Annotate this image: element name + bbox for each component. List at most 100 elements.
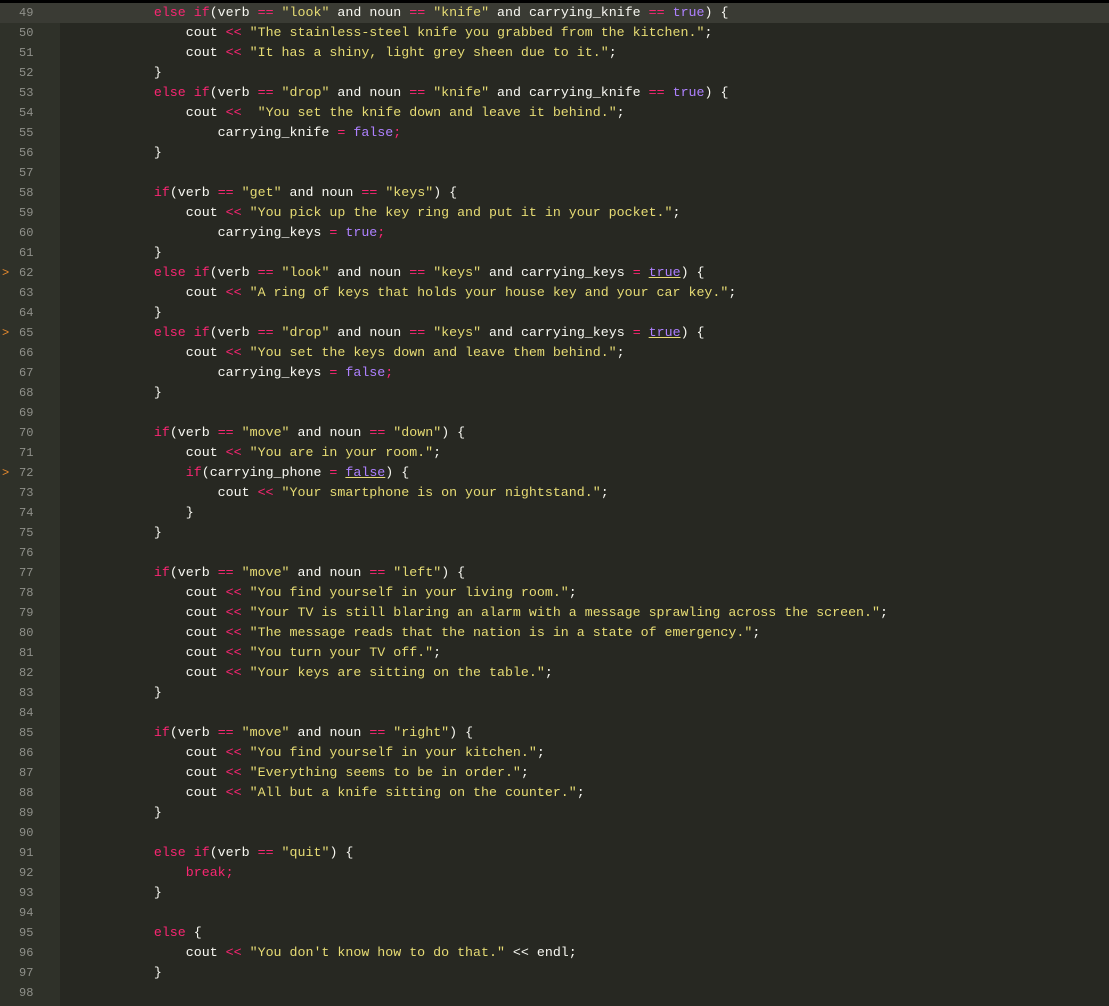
- line-code[interactable]: if(verb == "move" and noun == "down") {: [90, 423, 465, 443]
- gutter-cell[interactable]: 78: [0, 583, 60, 603]
- gutter-cell[interactable]: 95: [0, 923, 60, 943]
- line-code[interactable]: }: [90, 683, 162, 703]
- code-line[interactable]: 86 cout << "You find yourself in your ki…: [0, 743, 1109, 763]
- code-line[interactable]: 67 carrying_keys = false;: [0, 363, 1109, 383]
- code-line[interactable]: 81 cout << "You turn your TV off.";: [0, 643, 1109, 663]
- code-line[interactable]: 55 carrying_knife = false;: [0, 123, 1109, 143]
- line-code[interactable]: }: [90, 963, 162, 983]
- code-line[interactable]: >62 else if(verb == "look" and noun == "…: [0, 263, 1109, 283]
- gutter-cell[interactable]: 68: [0, 383, 60, 403]
- line-code[interactable]: cout << "You turn your TV off.";: [90, 643, 441, 663]
- code-line[interactable]: 88 cout << "All but a knife sitting on t…: [0, 783, 1109, 803]
- gutter-cell[interactable]: 53: [0, 83, 60, 103]
- line-code[interactable]: cout << "You set the knife down and leav…: [90, 103, 625, 123]
- gutter-cell[interactable]: 96: [0, 943, 60, 963]
- line-code[interactable]: }: [90, 143, 162, 163]
- line-code[interactable]: cout << "You are in your room.";: [90, 443, 441, 463]
- line-code[interactable]: else if(verb == "drop" and noun == "keys…: [90, 323, 705, 343]
- gutter-cell[interactable]: 82: [0, 663, 60, 683]
- code-line[interactable]: 68 }: [0, 383, 1109, 403]
- code-line[interactable]: 85 if(verb == "move" and noun == "right"…: [0, 723, 1109, 743]
- code-line[interactable]: 75 }: [0, 523, 1109, 543]
- line-code[interactable]: break;: [90, 863, 234, 883]
- line-code[interactable]: if(verb == "get" and noun == "keys") {: [90, 183, 457, 203]
- line-code[interactable]: cout << "A ring of keys that holds your …: [90, 283, 737, 303]
- line-code[interactable]: else {: [90, 923, 202, 943]
- code-line[interactable]: 70 if(verb == "move" and noun == "down")…: [0, 423, 1109, 443]
- line-code[interactable]: cout << "The stainless-steel knife you g…: [90, 23, 713, 43]
- line-code[interactable]: if(verb == "move" and noun == "left") {: [90, 563, 465, 583]
- code-line[interactable]: 80 cout << "The message reads that the n…: [0, 623, 1109, 643]
- gutter-cell[interactable]: 55: [0, 123, 60, 143]
- gutter-cell[interactable]: 49: [0, 3, 60, 23]
- line-code[interactable]: cout << "You don't know how to do that."…: [90, 943, 577, 963]
- code-line[interactable]: 83 }: [0, 683, 1109, 703]
- code-line[interactable]: 93 }: [0, 883, 1109, 903]
- gutter-cell[interactable]: 94: [0, 903, 60, 923]
- gutter-cell[interactable]: 83: [0, 683, 60, 703]
- gutter-cell[interactable]: 88: [0, 783, 60, 803]
- code-line[interactable]: 79 cout << "Your TV is still blaring an …: [0, 603, 1109, 623]
- gutter-cell[interactable]: 70: [0, 423, 60, 443]
- gutter-cell[interactable]: 61: [0, 243, 60, 263]
- gutter-cell[interactable]: 69: [0, 403, 60, 423]
- gutter-cell[interactable]: 91: [0, 843, 60, 863]
- code-line[interactable]: 96 cout << "You don't know how to do tha…: [0, 943, 1109, 963]
- gutter-cell[interactable]: >65: [0, 323, 60, 343]
- code-line[interactable]: 58 if(verb == "get" and noun == "keys") …: [0, 183, 1109, 203]
- code-line[interactable]: 56 }: [0, 143, 1109, 163]
- code-editor[interactable]: 49 else if(verb == "look" and noun == "k…: [0, 3, 1109, 1006]
- gutter-cell[interactable]: 67: [0, 363, 60, 383]
- code-line[interactable]: 89 }: [0, 803, 1109, 823]
- code-line[interactable]: 71 cout << "You are in your room.";: [0, 443, 1109, 463]
- code-line[interactable]: 66 cout << "You set the keys down and le…: [0, 343, 1109, 363]
- gutter-cell[interactable]: 85: [0, 723, 60, 743]
- line-code[interactable]: }: [90, 303, 162, 323]
- gutter-cell[interactable]: 80: [0, 623, 60, 643]
- line-code[interactable]: }: [90, 883, 162, 903]
- code-line[interactable]: 49 else if(verb == "look" and noun == "k…: [0, 3, 1109, 23]
- code-line[interactable]: 60 carrying_keys = true;: [0, 223, 1109, 243]
- line-code[interactable]: }: [90, 383, 162, 403]
- line-code[interactable]: }: [90, 523, 162, 543]
- gutter-cell[interactable]: 84: [0, 703, 60, 723]
- line-code[interactable]: carrying_keys = true;: [90, 223, 386, 243]
- gutter-cell[interactable]: >62: [0, 263, 60, 283]
- line-code[interactable]: }: [90, 243, 162, 263]
- gutter-cell[interactable]: 63: [0, 283, 60, 303]
- code-line[interactable]: 53 else if(verb == "drop" and noun == "k…: [0, 83, 1109, 103]
- line-code[interactable]: cout << "You find yourself in your livin…: [90, 583, 577, 603]
- code-line[interactable]: 95 else {: [0, 923, 1109, 943]
- code-line[interactable]: 73 cout << "Your smartphone is on your n…: [0, 483, 1109, 503]
- gutter-cell[interactable]: 57: [0, 163, 60, 183]
- code-line[interactable]: 90: [0, 823, 1109, 843]
- line-code[interactable]: else if(verb == "look" and noun == "keys…: [90, 263, 705, 283]
- code-line[interactable]: >65 else if(verb == "drop" and noun == "…: [0, 323, 1109, 343]
- line-code[interactable]: cout << "You set the keys down and leave…: [90, 343, 625, 363]
- line-code[interactable]: }: [90, 63, 162, 83]
- code-line[interactable]: 98: [0, 983, 1109, 1003]
- line-code[interactable]: if(verb == "move" and noun == "right") {: [90, 723, 473, 743]
- code-lines[interactable]: 49 else if(verb == "look" and noun == "k…: [0, 3, 1109, 1003]
- code-line[interactable]: 50 cout << "The stainless-steel knife yo…: [0, 23, 1109, 43]
- gutter-cell[interactable]: 86: [0, 743, 60, 763]
- gutter-cell[interactable]: 81: [0, 643, 60, 663]
- gutter-cell[interactable]: 51: [0, 43, 60, 63]
- code-line[interactable]: 74 }: [0, 503, 1109, 523]
- code-line[interactable]: >72 if(carrying_phone = false) {: [0, 463, 1109, 483]
- line-code[interactable]: cout << "All but a knife sitting on the …: [90, 783, 585, 803]
- code-line[interactable]: 84: [0, 703, 1109, 723]
- gutter-cell[interactable]: 76: [0, 543, 60, 563]
- gutter-cell[interactable]: >72: [0, 463, 60, 483]
- line-code[interactable]: else if(verb == "drop" and noun == "knif…: [90, 83, 729, 103]
- line-code[interactable]: cout << "Your keys are sitting on the ta…: [90, 663, 553, 683]
- gutter-cell[interactable]: 56: [0, 143, 60, 163]
- line-code[interactable]: if(carrying_phone = false) {: [90, 463, 409, 483]
- gutter-cell[interactable]: 79: [0, 603, 60, 623]
- error-arrow-icon[interactable]: >: [2, 263, 9, 283]
- gutter-cell[interactable]: 64: [0, 303, 60, 323]
- gutter-cell[interactable]: 52: [0, 63, 60, 83]
- gutter-cell[interactable]: 98: [0, 983, 60, 1003]
- gutter-cell[interactable]: 58: [0, 183, 60, 203]
- gutter-cell[interactable]: 50: [0, 23, 60, 43]
